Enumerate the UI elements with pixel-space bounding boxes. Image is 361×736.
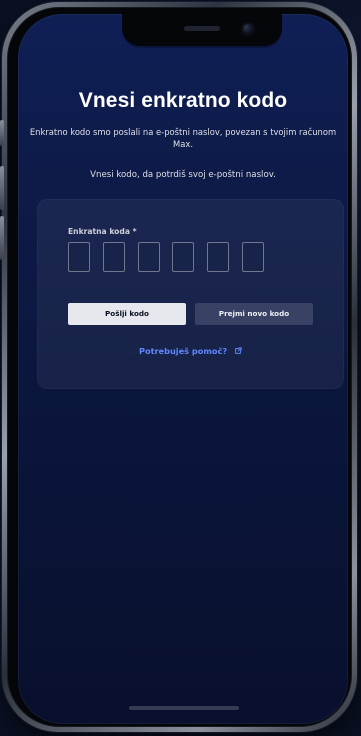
send-code-button[interactable]: Pošlji kodo: [68, 303, 186, 325]
otp-digit-input[interactable]: [172, 242, 194, 272]
get-new-code-button[interactable]: Prejmi novo kodo: [195, 303, 313, 325]
instruction-text: Vnesi kodo, da potrdiš svoj e-poštni nas…: [90, 170, 276, 180]
otp-digit-input[interactable]: [242, 242, 264, 272]
phone-screen: Vnesi enkratno kodo Enkratno kodo smo po…: [18, 14, 348, 724]
otp-input-row: [68, 242, 308, 274]
page-title: Vnesi enkratno kodo: [78, 89, 288, 112]
external-link-icon: [234, 346, 242, 354]
phone-mockup-stage: Vnesi enkratno kodo Enkratno kodo smo po…: [0, 0, 361, 736]
help-link[interactable]: Potrebuješ pomoč?: [37, 345, 344, 357]
otp-digit-input[interactable]: [68, 242, 90, 272]
otp-sent-description: Enkratno kodo smo poslali na e-poštni na…: [29, 127, 337, 149]
otp-form-card: Enkratna koda * Pošlji kodo Prejmi novo …: [37, 199, 344, 389]
help-link-text: Potrebuješ pomoč?: [138, 346, 228, 356]
phone-side-button: [0, 120, 4, 146]
phone-side-button: [0, 166, 4, 210]
phone-side-button: [0, 216, 4, 260]
otp-digit-input[interactable]: [103, 242, 125, 272]
otp-digit-input[interactable]: [138, 242, 160, 272]
home-indicator: [129, 706, 239, 710]
otp-digit-input[interactable]: [207, 242, 229, 272]
verification-page: Vnesi enkratno kodo Enkratno kodo smo po…: [18, 14, 348, 724]
otp-label: Enkratna koda *: [68, 227, 137, 236]
